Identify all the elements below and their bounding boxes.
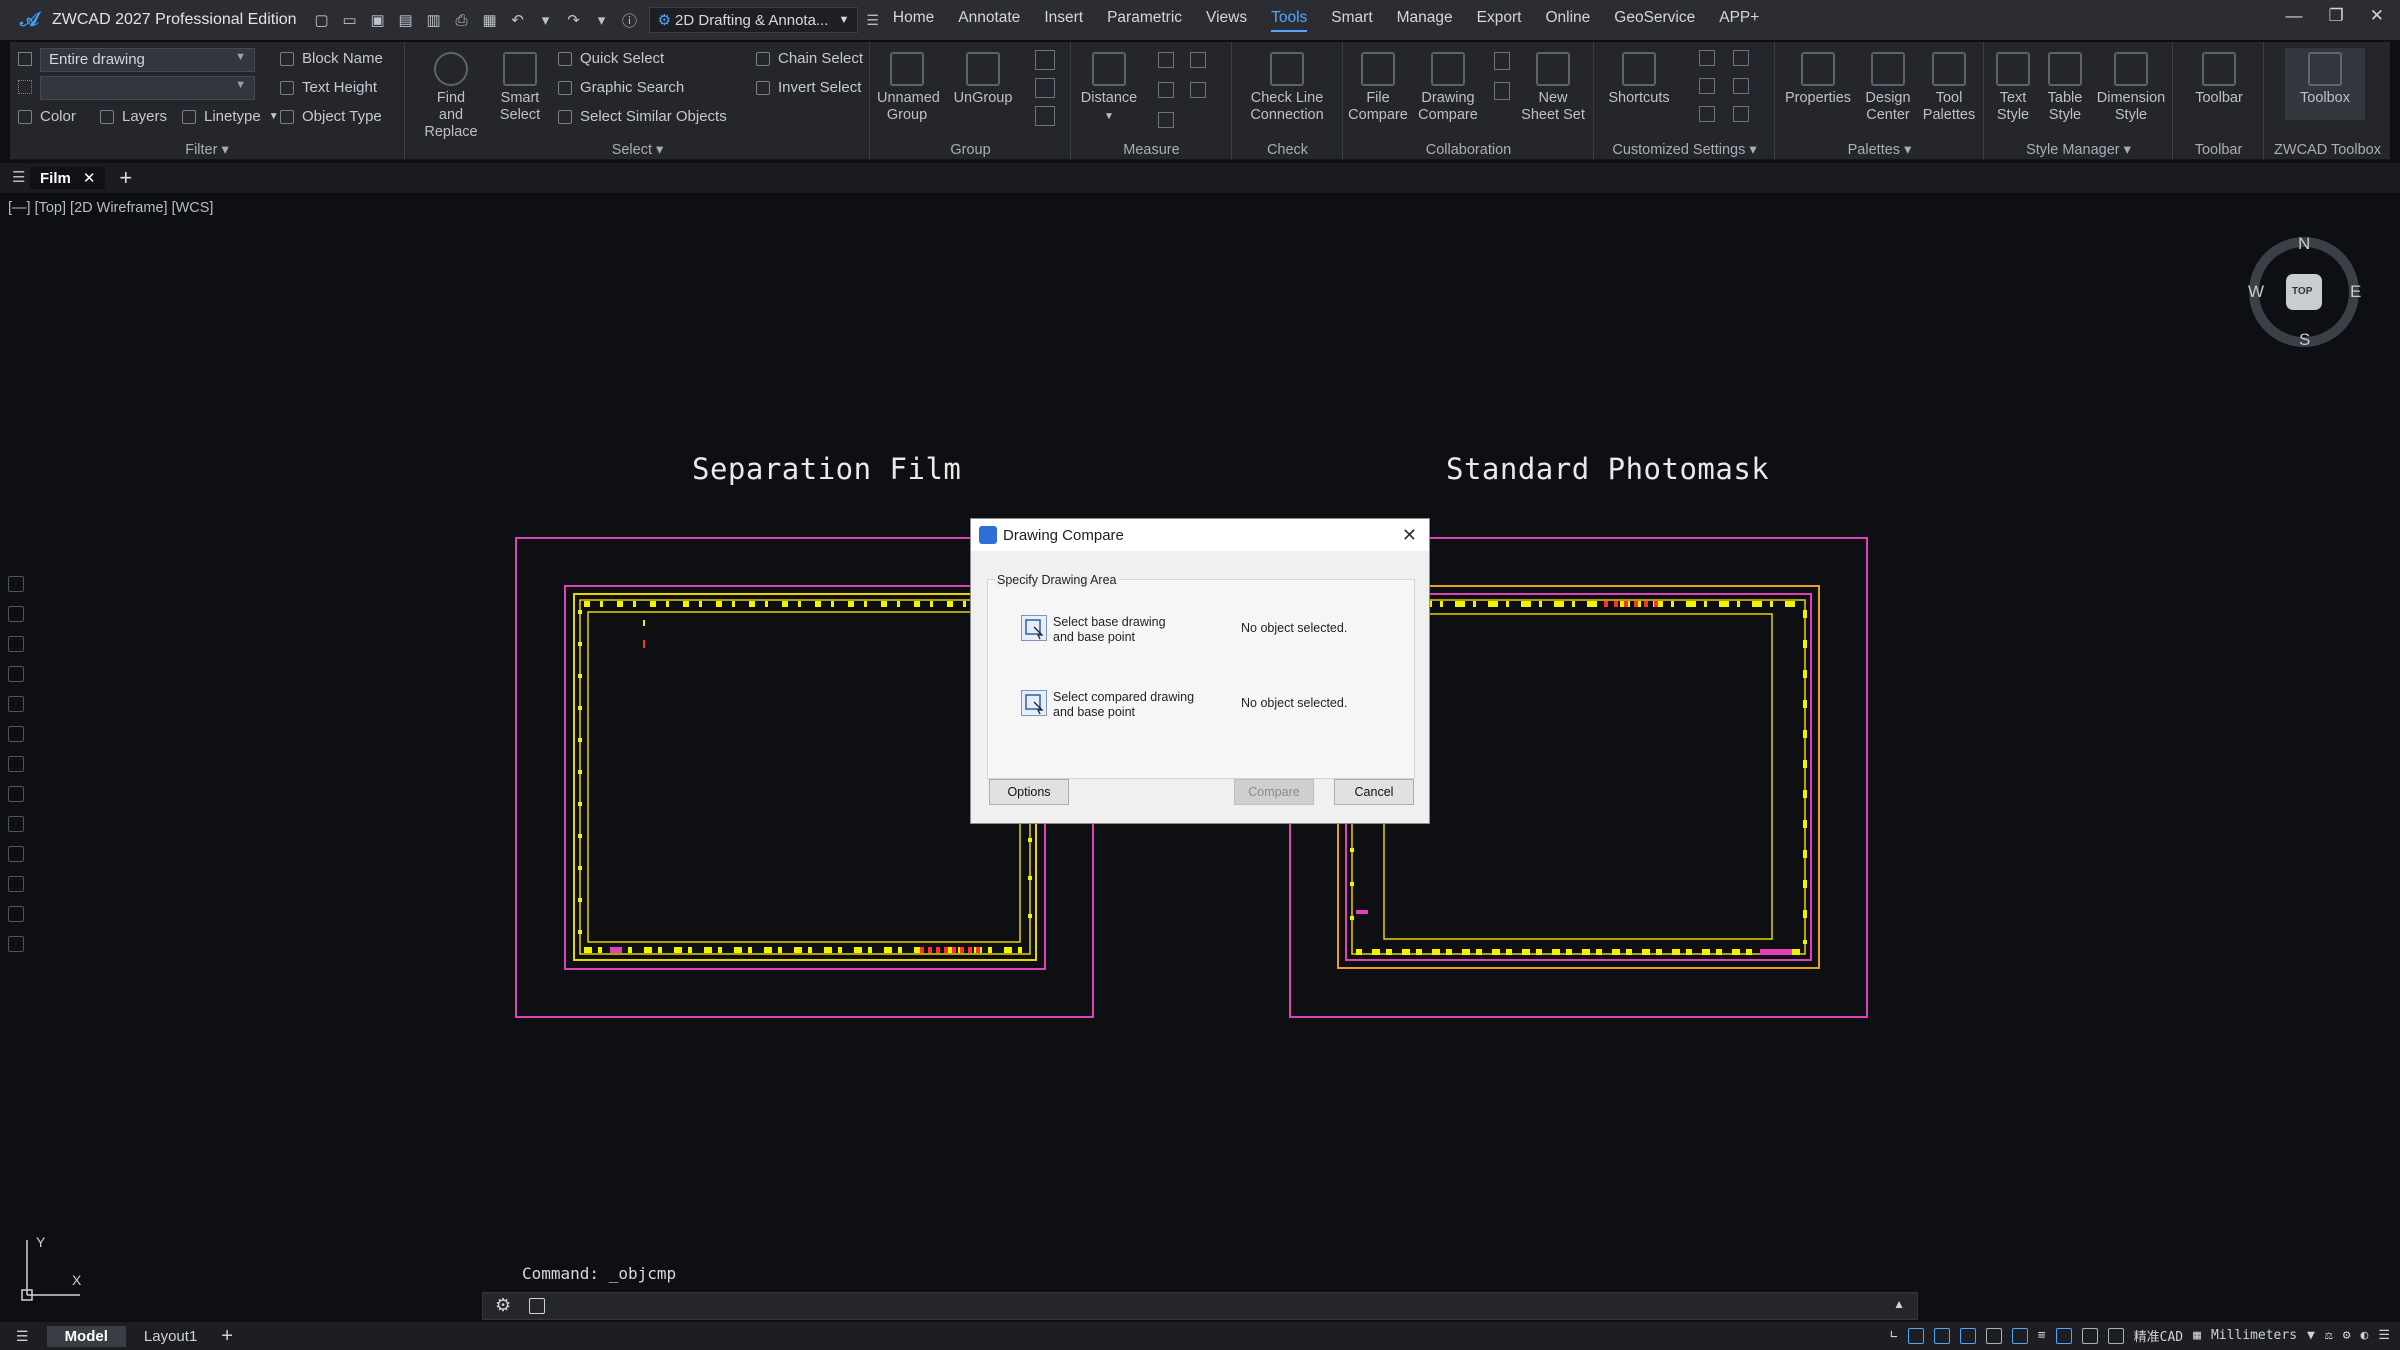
drawing-compare-app-icon: [979, 526, 997, 544]
status-bar: ☰ Model Layout1 + ∟ ≡ 精准CAD ▦ Millimeter…: [0, 1322, 2400, 1350]
annotation-scale-icon[interactable]: ⚖: [2325, 1328, 2333, 1343]
compare-button[interactable]: Compare: [1234, 779, 1314, 805]
drawing-area-group-label: Specify Drawing Area: [995, 573, 1119, 587]
compared-drawing-label: Select compared drawing and base point: [1053, 690, 1195, 719]
command-history: Command: _objcmp: [522, 1264, 677, 1283]
layout-menu-icon[interactable]: ☰: [16, 1328, 29, 1345]
compared-drawing-status: No object selected.: [1241, 696, 1348, 710]
dialog-title: Drawing Compare: [1003, 526, 1124, 544]
command-settings-icon[interactable]: ⚙: [495, 1295, 511, 1316]
dialog-title-bar[interactable]: Drawing Compare: [971, 519, 1429, 551]
drawing-area-group: [987, 579, 1415, 779]
pick-region-icon: [1025, 619, 1044, 640]
ucs-icon: [21, 1240, 80, 1301]
compass-north[interactable]: N: [2298, 234, 2310, 254]
pick-region-icon: [1025, 694, 1044, 715]
units-label[interactable]: Millimeters: [2211, 1328, 2297, 1343]
otrack-icon[interactable]: [2011, 1327, 2028, 1344]
osnap-icon[interactable]: [1985, 1327, 2002, 1344]
annotation-monitor-icon[interactable]: [2107, 1327, 2124, 1344]
lineweight-icon[interactable]: ≡: [2038, 1328, 2046, 1343]
close-dialog-icon[interactable]: ✕: [1402, 525, 1417, 546]
status-tools: ∟ ≡ 精准CAD ▦ Millimeters ▼ ⚖ ⚙ ◐ ☰: [1890, 1326, 2390, 1345]
select-compared-drawing-button[interactable]: [1021, 690, 1047, 716]
viewcube[interactable]: N S E W TOP: [2246, 234, 2362, 350]
snap-icon[interactable]: ∟: [1890, 1328, 1898, 1343]
zwcad-label[interactable]: 精准CAD: [2134, 1326, 2183, 1345]
select-base-drawing-button[interactable]: [1021, 615, 1047, 641]
chevron-down-icon[interactable]: ▼: [2307, 1328, 2315, 1343]
zwcad-window: 𝒜 ZWCAD 2027 Professional Edition ▢ ▭ ▣ …: [0, 0, 2400, 1350]
compass-south[interactable]: S: [2299, 330, 2310, 350]
ortho-icon[interactable]: [1933, 1327, 1950, 1344]
command-expand-icon[interactable]: ▲: [1893, 1297, 1905, 1311]
isolate-icon[interactable]: ◐: [2361, 1328, 2369, 1343]
units-icon: ▦: [2193, 1328, 2201, 1343]
tab-model[interactable]: Model: [46, 1325, 126, 1347]
base-drawing-status: No object selected.: [1241, 621, 1348, 635]
transparency-icon[interactable]: [2055, 1327, 2072, 1344]
base-drawing-label: Select base drawing and base point: [1053, 615, 1166, 644]
selection-cycling-icon[interactable]: [2081, 1327, 2098, 1344]
compass-west[interactable]: W: [2248, 282, 2264, 302]
command-line[interactable]: ⚙ ▲: [482, 1292, 1918, 1320]
cancel-button[interactable]: Cancel: [1334, 779, 1414, 805]
workspace-switch-icon[interactable]: ⚙: [2343, 1328, 2351, 1343]
viewcube-top-face[interactable]: TOP: [2292, 286, 2312, 297]
command-history-icon[interactable]: [529, 1298, 545, 1314]
ucs-y-label: Y: [36, 1234, 46, 1250]
compass-east[interactable]: E: [2350, 282, 2361, 302]
options-button[interactable]: Options: [989, 779, 1069, 805]
grid-display-icon[interactable]: [1907, 1327, 1924, 1344]
drawing-compare-dialog: Drawing Compare ✕ Specify Drawing Area S…: [970, 518, 1430, 824]
ucs-x-label: X: [72, 1272, 82, 1288]
polar-icon[interactable]: [1959, 1327, 1976, 1344]
tab-layout1[interactable]: Layout1: [126, 1326, 215, 1347]
add-layout-icon[interactable]: +: [221, 1325, 233, 1348]
customization-icon[interactable]: ☰: [2378, 1328, 2390, 1343]
